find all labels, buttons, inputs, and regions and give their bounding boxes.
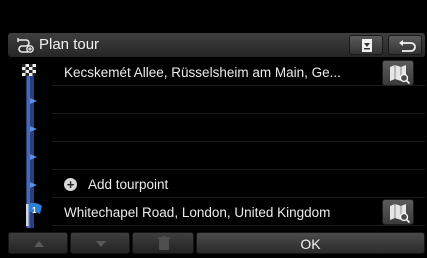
add-tourpoint-row[interactable]: + Add tourpoint	[52, 170, 425, 198]
destination-map-button[interactable]	[382, 199, 414, 225]
move-up-button[interactable]	[8, 232, 68, 254]
back-button[interactable]	[388, 35, 422, 55]
page-title: Plan tour	[39, 36, 100, 53]
start-map-button[interactable]	[382, 60, 414, 86]
plan-tour-screen: Plan tour 1 Kecskemét Allee, Rüsselsheim…	[0, 0, 427, 258]
destination-row[interactable]: Whitechapel Road, London, United Kingdom	[52, 198, 425, 226]
empty-tour-row	[52, 86, 425, 114]
delete-button[interactable]	[132, 232, 194, 254]
start-point-row[interactable]: Kecskemét Allee, Rüsselsheim am Main, Ge…	[52, 58, 425, 86]
plus-circle-icon: +	[64, 178, 77, 191]
start-point-label: Kecskemét Allee, Rüsselsheim am Main, Ge…	[64, 65, 341, 80]
plan-tour-icon	[16, 36, 34, 54]
empty-tour-row	[52, 142, 425, 170]
ok-button[interactable]: OK	[196, 232, 425, 254]
header-bar: Plan tour	[8, 33, 425, 57]
tour-list: Kecskemét Allee, Rüsselsheim am Main, Ge…	[8, 58, 425, 231]
import-button[interactable]	[349, 35, 383, 55]
ok-button-label: OK	[300, 236, 321, 252]
move-down-button[interactable]	[70, 232, 130, 254]
empty-tour-row	[52, 114, 425, 142]
destination-label: Whitechapel Road, London, United Kingdom	[64, 205, 331, 220]
add-tourpoint-label: Add tourpoint	[88, 177, 169, 192]
